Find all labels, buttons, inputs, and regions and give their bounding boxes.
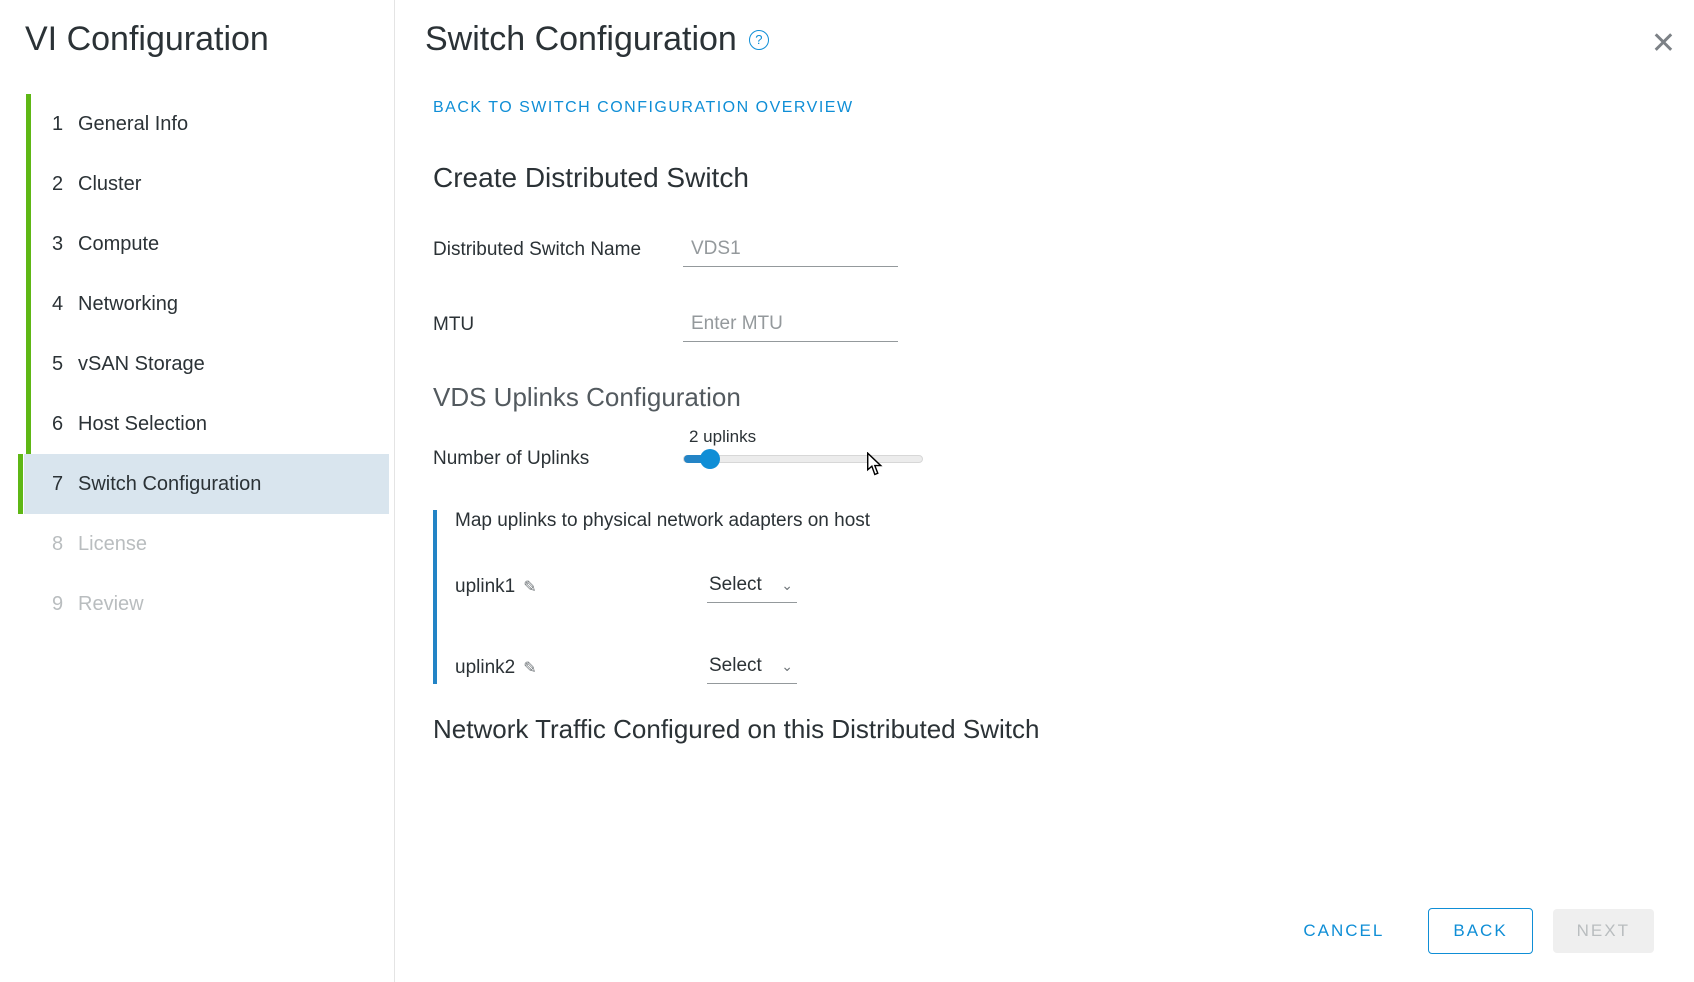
step-number: 5 [52,353,78,376]
next-button: NEXT [1553,909,1654,953]
help-icon[interactable]: ? [749,30,769,50]
mtu-label: MTU [433,314,683,336]
slider-track[interactable] [683,455,923,463]
back-button[interactable]: BACK [1428,908,1532,954]
uplink2-label: uplink2 [455,657,515,679]
step-switch-configuration[interactable]: 7 Switch Configuration [24,454,389,514]
step-compute[interactable]: 3 Compute [32,214,394,274]
mtu-row: MTU [433,307,1654,342]
uplink-mapping-hint: Map uplinks to physical network adapters… [455,510,1654,532]
edit-icon[interactable]: ✎ [523,658,536,678]
ds-name-row: Distributed Switch Name [433,232,1654,267]
uplink2-row: uplink2 ✎ Select ⌄ [455,651,1654,684]
step-label: Cluster [78,173,141,196]
step-label: Switch Configuration [78,473,261,496]
uplink2-name: uplink2 ✎ [455,657,707,679]
step-label: Compute [78,233,159,256]
ds-name-label: Distributed Switch Name [433,239,683,261]
step-number: 7 [52,473,78,496]
uplink1-name: uplink1 ✎ [455,576,707,598]
step-number: 8 [52,533,78,556]
uplink2-select[interactable]: Select ⌄ [707,651,797,684]
cancel-button[interactable]: CANCEL [1279,909,1408,953]
sidebar-title: VI Configuration [20,20,394,59]
uplink1-row: uplink1 ✎ Select ⌄ [455,570,1654,603]
chevron-down-icon: ⌄ [781,577,793,594]
mtu-input[interactable] [683,307,898,342]
select-value: Select [709,655,762,677]
uplink-mapping-block: Map uplinks to physical network adapters… [433,510,1654,684]
uplinks-count-label: Number of Uplinks [433,448,683,470]
step-host-selection[interactable]: 6 Host Selection [32,394,394,454]
uplinks-row: Number of Uplinks 2 uplinks [433,448,1654,470]
step-networking[interactable]: 4 Networking [32,274,394,334]
edit-icon[interactable]: ✎ [523,577,536,597]
step-number: 2 [52,173,78,196]
slider-thumb[interactable] [700,449,720,469]
step-general-info[interactable]: 1 General Info [32,94,394,154]
step-number: 6 [52,413,78,436]
close-icon[interactable]: ✕ [1651,26,1676,61]
main-panel: Switch Configuration ? ✕ BACK TO SWITCH … [395,0,1694,982]
step-vsan-storage[interactable]: 5 vSAN Storage [32,334,394,394]
step-review: 9 Review [32,574,394,634]
slider-caption: 2 uplinks [689,427,756,447]
step-label: General Info [78,113,188,136]
step-label: Review [78,593,144,616]
page-header: Switch Configuration ? [425,20,1654,59]
step-number: 3 [52,233,78,256]
step-label: Networking [78,293,178,316]
page-title: Switch Configuration [425,20,737,59]
cursor-pointer-icon [866,452,886,478]
chevron-down-icon: ⌄ [781,658,793,675]
step-license: 8 License [32,514,394,574]
wizard-footer: CANCEL BACK NEXT [1279,908,1654,954]
vds-uplinks-title: VDS Uplinks Configuration [433,382,1654,413]
create-ds-title: Create Distributed Switch [433,162,1654,194]
wizard-steps: 1 General Info 2 Cluster 3 Compute 4 Net… [20,94,394,634]
back-to-overview-link[interactable]: BACK TO SWITCH CONFIGURATION OVERVIEW [433,99,854,117]
step-number: 1 [52,113,78,136]
step-label: vSAN Storage [78,353,205,376]
uplinks-slider[interactable]: 2 uplinks [683,455,923,463]
step-label: License [78,533,147,556]
uplink1-select[interactable]: Select ⌄ [707,570,797,603]
wizard-sidebar: VI Configuration 1 General Info 2 Cluste… [0,0,395,982]
network-traffic-title: Network Traffic Configured on this Distr… [433,714,1654,745]
select-value: Select [709,574,762,596]
step-number: 9 [52,593,78,616]
ds-name-input[interactable] [683,232,898,267]
step-number: 4 [52,293,78,316]
step-label: Host Selection [78,413,207,436]
step-cluster[interactable]: 2 Cluster [32,154,394,214]
uplink1-label: uplink1 [455,576,515,598]
